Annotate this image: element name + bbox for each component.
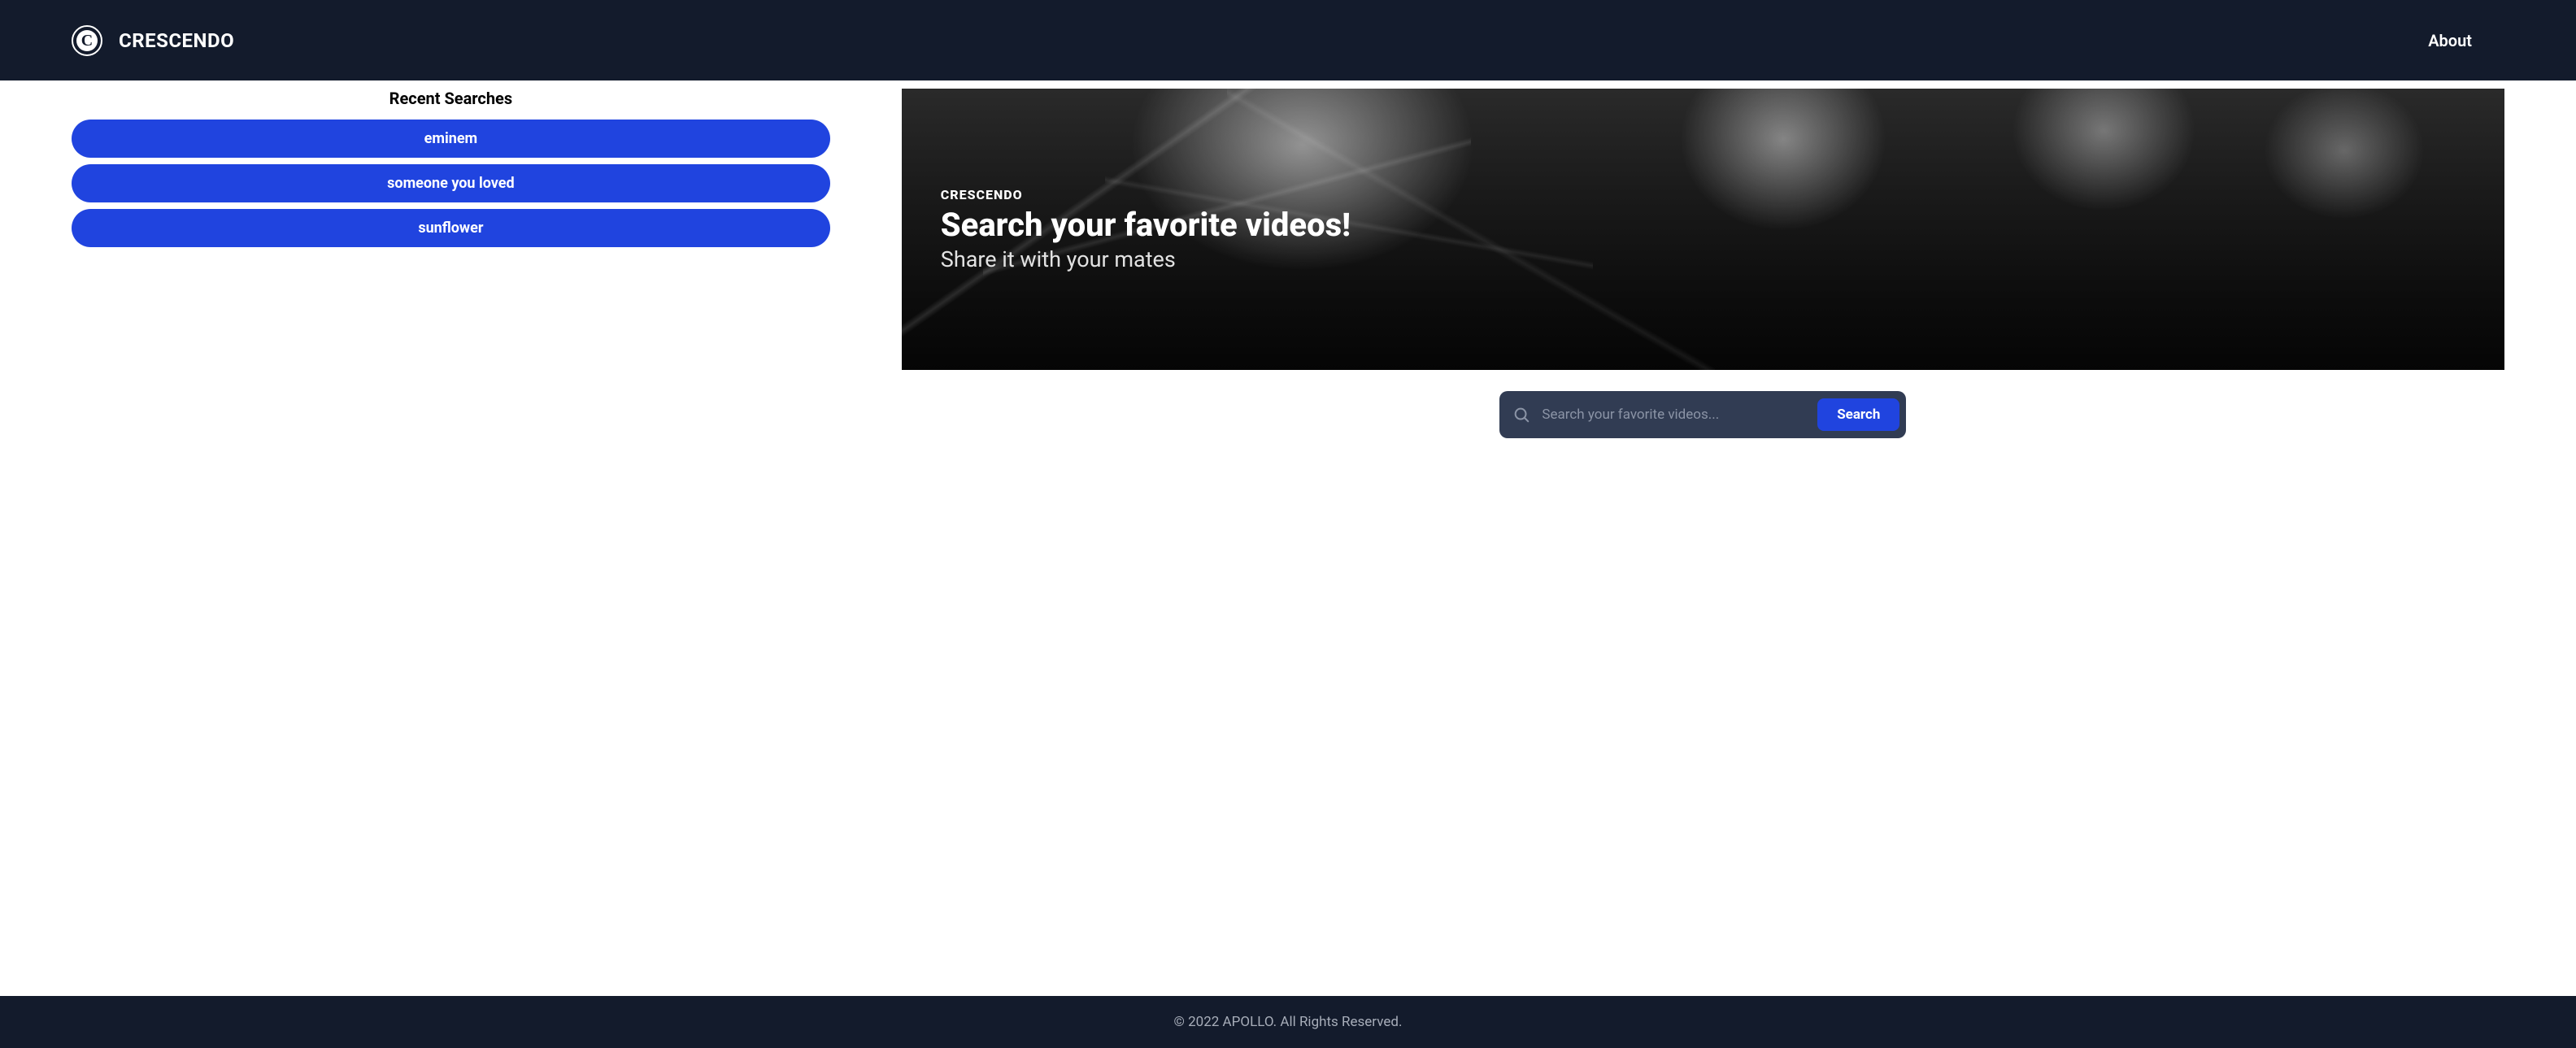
hero-subtitle: Share it with your mates [941,246,1351,272]
recent-search-item[interactable]: eminem [72,120,830,158]
hero-title: Search your favorite videos! [941,207,1351,243]
recent-searches-title: Recent Searches [72,89,830,108]
main-content: Recent Searches eminem someone you loved… [0,80,2576,996]
brand[interactable]: C CRESCENDO [72,25,234,56]
app-header: C CRESCENDO About [0,0,2576,80]
recent-searches-sidebar: Recent Searches eminem someone you loved… [0,89,902,963]
brand-name: CRESCENDO [119,29,234,52]
recent-search-item[interactable]: someone you loved [72,164,830,202]
search-button[interactable]: Search [1817,398,1899,431]
hero-text: CRESCENDO Search your favorite videos! S… [902,187,1351,272]
recent-search-item[interactable]: sunflower [72,209,830,247]
hero-eyebrow: CRESCENDO [941,187,1351,202]
footer: © 2022 APOLLO. All Rights Reserved. [0,996,2576,1048]
search-icon [1512,406,1530,424]
logo-icon: C [72,25,102,56]
nav-about-link[interactable]: About [2428,31,2504,50]
content-column: CRESCENDO Search your favorite videos! S… [902,89,2576,963]
nav: About [2428,31,2504,50]
footer-text: © 2022 APOLLO. All Rights Reserved. [1174,1014,1403,1030]
search-input[interactable] [1542,407,1806,423]
search-bar: Search [1499,391,1906,438]
search-bar-container: Search [902,391,2504,438]
logo-letter: C [76,30,98,51]
hero-banner: CRESCENDO Search your favorite videos! S… [902,89,2504,370]
